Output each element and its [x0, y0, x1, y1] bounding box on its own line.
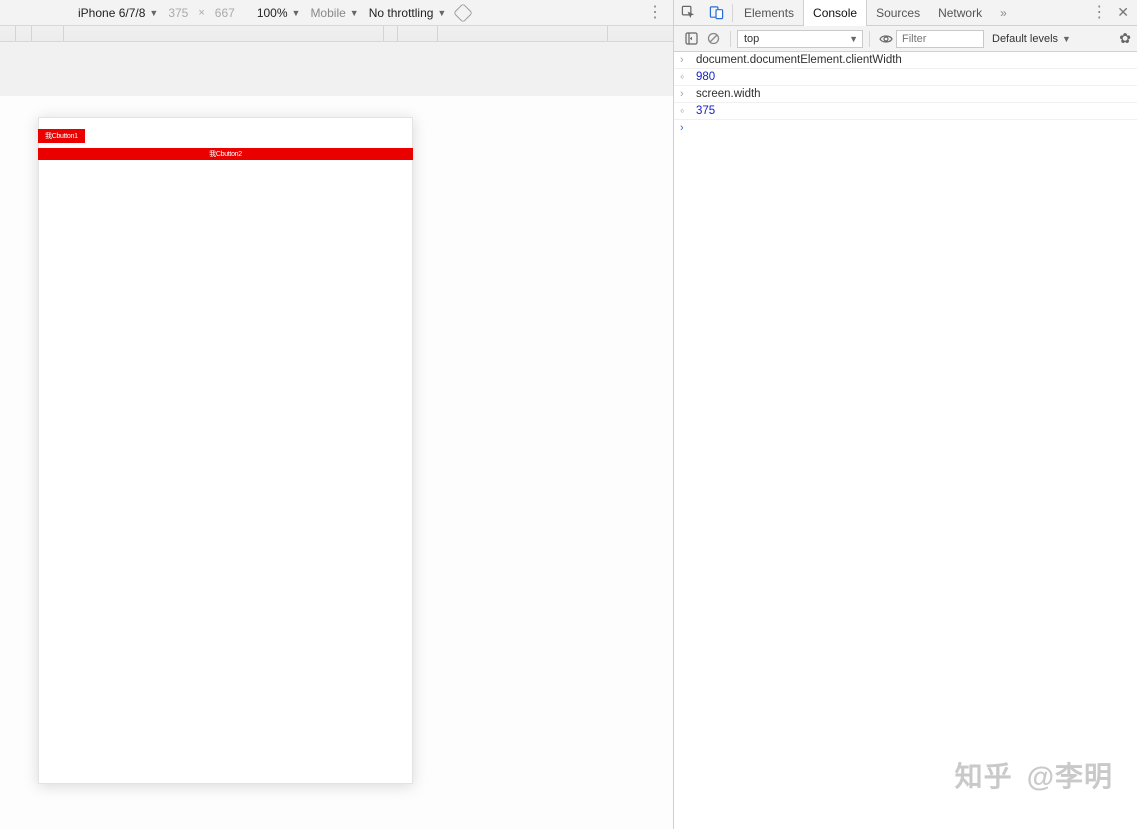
tab-bar-end: ⋮ ✕ [1091, 4, 1137, 21]
dimensions-separator: × [198, 7, 204, 19]
console-input-row: screen.width [674, 86, 1137, 103]
separator [730, 31, 731, 47]
page-button-1[interactable]: 我Cbutton1 [38, 129, 85, 143]
device-select[interactable]: iPhone 6/7/8 ▼ [78, 6, 158, 20]
prompt-marker-icon [680, 122, 690, 134]
chevron-down-icon: ▼ [292, 8, 301, 18]
device-select-label: iPhone 6/7/8 [78, 6, 145, 20]
console-prompt-row[interactable] [674, 120, 1137, 136]
ruler-strip [0, 26, 673, 42]
ruler-seg [64, 26, 384, 41]
ruler-seg [438, 26, 608, 41]
separator [869, 31, 870, 47]
console-text: 375 [696, 105, 715, 117]
tab-sources[interactable]: Sources [867, 0, 929, 26]
device-toolbar-menu[interactable]: ⋮ [647, 5, 663, 21]
console-text: 980 [696, 71, 715, 83]
chevron-down-icon: ▼ [350, 8, 359, 18]
chevron-down-icon: ▼ [1062, 34, 1071, 44]
console-text: document.documentElement.clientWidth [696, 54, 902, 66]
chevron-down-icon: ▼ [437, 8, 446, 18]
ruler-seg [0, 26, 16, 41]
watermark-author: @李明 [1027, 755, 1113, 795]
ruler-seg [32, 26, 64, 41]
clear-console-button[interactable] [702, 28, 724, 50]
tab-label: Console [813, 6, 857, 20]
devtools-tab-bar: Elements Console Sources Network » ⋮ ✕ [674, 0, 1137, 26]
throttling-select[interactable]: No throttling ▼ [369, 6, 447, 20]
toggle-device-toolbar-button[interactable] [702, 0, 730, 26]
output-marker-icon [680, 105, 690, 117]
viewport-bg [0, 42, 673, 96]
device-emulation-pane: iPhone 6/7/8 ▼ 375 × 667 100% ▼ Mobile ▼… [0, 0, 673, 829]
ruler-seg [16, 26, 32, 41]
tab-elements[interactable]: Elements [735, 0, 803, 26]
console-levels-label: Default levels [992, 33, 1058, 45]
tab-label: Network [938, 6, 982, 20]
input-marker-icon [680, 88, 690, 100]
ua-mode-label: Mobile [310, 6, 345, 20]
zoom-select[interactable]: 100% ▼ [257, 6, 301, 20]
toggle-console-sidebar-button[interactable] [680, 28, 702, 50]
output-marker-icon [680, 71, 690, 83]
gear-icon: ✿ [1119, 30, 1131, 46]
zoom-label: 100% [257, 6, 288, 20]
height-value[interactable]: 667 [215, 6, 235, 20]
tab-label: Elements [744, 6, 794, 20]
devtools-pane: Elements Console Sources Network » ⋮ ✕ [673, 0, 1137, 829]
input-marker-icon [680, 54, 690, 66]
console-context-label: top [744, 33, 759, 45]
tab-network[interactable]: Network [929, 0, 991, 26]
console-output-row: 980 [674, 69, 1137, 86]
page-button-2[interactable]: 我Cbutton2 [38, 148, 413, 160]
console-toolbar: top ▼ Default levels ▼ ✿ [674, 26, 1137, 52]
device-frame[interactable]: 我Cbutton1 我Cbutton2 [38, 117, 413, 784]
ruler-seg [384, 26, 398, 41]
console-filter-input[interactable] [896, 30, 984, 48]
console-context-select[interactable]: top ▼ [737, 30, 863, 48]
tab-console[interactable]: Console [803, 0, 867, 27]
tab-overflow[interactable]: » [991, 0, 1016, 26]
dimensions-group: 375 × 667 [168, 6, 235, 20]
inspect-element-button[interactable] [674, 0, 702, 26]
viewport-stage: 我Cbutton1 我Cbutton2 [0, 42, 673, 829]
console-input-row: document.documentElement.clientWidth [674, 52, 1137, 69]
rotate-button[interactable] [456, 6, 470, 20]
ruler-seg [398, 26, 438, 41]
console-levels-select[interactable]: Default levels ▼ [992, 33, 1071, 45]
console-output-row: 375 [674, 103, 1137, 120]
ruler-seg [608, 26, 673, 41]
console-settings-button[interactable]: ✿ [1119, 30, 1131, 47]
width-value[interactable]: 375 [168, 6, 188, 20]
tab-label: Sources [876, 6, 920, 20]
close-devtools-button[interactable]: ✕ [1117, 4, 1129, 21]
ua-mode-select[interactable]: Mobile ▼ [310, 6, 358, 20]
throttling-label: No throttling [369, 6, 434, 20]
live-expression-button[interactable] [876, 32, 896, 46]
chevron-down-icon: ▼ [849, 34, 858, 44]
rotate-icon [453, 3, 473, 23]
watermark-logo: 知乎 [955, 755, 1013, 795]
device-toolbar: iPhone 6/7/8 ▼ 375 × 667 100% ▼ Mobile ▼… [0, 0, 673, 26]
console-body[interactable]: document.documentElement.clientWidth 980… [674, 52, 1137, 829]
console-text: screen.width [696, 88, 761, 100]
chevron-down-icon: ▼ [149, 8, 158, 18]
devtools-menu[interactable]: ⋮ [1091, 5, 1107, 21]
watermark: 知乎 @李明 [955, 755, 1113, 795]
separator [732, 4, 733, 22]
